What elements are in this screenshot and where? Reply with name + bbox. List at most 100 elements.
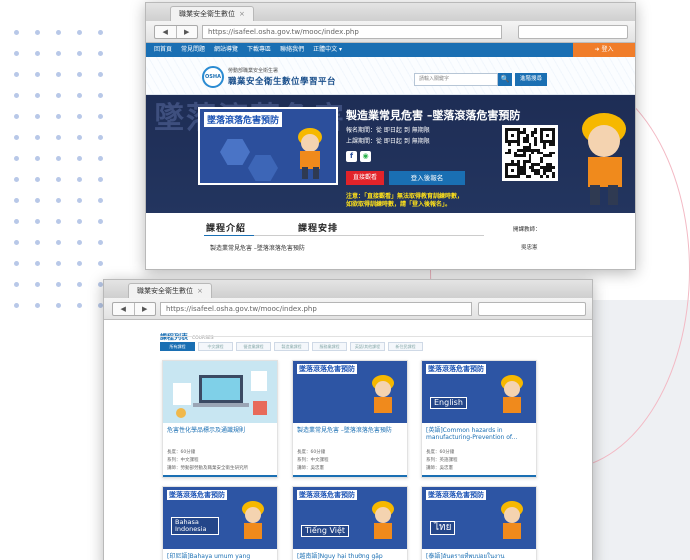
decorative-dot (14, 282, 19, 287)
browser-search-input[interactable] (478, 302, 586, 316)
login-label: 登入 (601, 46, 614, 53)
course-hours: 長度：60分鐘 (167, 450, 196, 455)
decorative-dot (56, 72, 61, 77)
tab-bar: 職業安全衛生數位 × (104, 280, 592, 298)
decorative-dot (14, 51, 19, 56)
thumbnail-title: 墜落滾落危害預防 (167, 490, 227, 500)
osha-logo[interactable]: OSHA (202, 66, 224, 88)
decorative-dot (14, 198, 19, 203)
facebook-icon[interactable]: f (346, 151, 357, 162)
laptop-illustration (173, 371, 267, 418)
course-card[interactable]: 墜落滾落危害預防 Bahasa Indonesia [印尼語]Bahaya um… (162, 486, 278, 560)
course-card-title[interactable]: 危害性化學品標示及通識規則 (167, 427, 273, 434)
filter-tab[interactable]: 中文課程 (198, 342, 233, 351)
forward-icon[interactable]: ▶ (175, 26, 198, 38)
decorative-dot (14, 72, 19, 77)
line-icon[interactable]: ◉ (360, 151, 371, 162)
notice-text: 注意：「直接觀看」無法取得教育訓練時數， 如欲取得訓練時數，請「登入後報名」。 (346, 193, 463, 209)
filter-tab[interactable]: 營造業課程 (236, 342, 271, 351)
course-card[interactable]: 墜落滾落危害預防 製造業常見危害 –墜落滾落危害預防 長度：60分鐘 系列：中文… (292, 360, 408, 478)
back-icon[interactable]: ◀ (113, 303, 134, 315)
decorative-dot (77, 282, 82, 287)
advanced-search-button[interactable]: 進階搜尋 (515, 73, 547, 86)
browser-tab[interactable]: 職業安全衛生數位 × (170, 6, 254, 21)
close-icon[interactable]: × (239, 10, 245, 18)
course-card-title[interactable]: [泰語]อันตรายที่พบบ่อยในงาน (426, 553, 532, 560)
decorative-dot (77, 219, 82, 224)
qr-module (534, 142, 538, 146)
decorative-dot (14, 177, 19, 182)
course-card[interactable]: 墜落滾落危害預防 ไทย [泰語]อันตรายที่พบบ่อยในงาน (421, 486, 537, 560)
language-label: ไทย (430, 521, 456, 535)
decorative-dot (14, 240, 19, 245)
course-card[interactable]: 墜落滾落危害預防 English [英語]Common hazards in m… (421, 360, 537, 478)
decorative-dot (35, 282, 40, 287)
tab-course-schedule[interactable]: 課程安排 (298, 221, 338, 234)
login-signup-button[interactable]: 登入後報名 (389, 171, 465, 185)
course-card-title[interactable]: 製造業常見危害 –墜落滾落危害預防 (297, 427, 403, 434)
qr-module (516, 142, 520, 146)
qr-module (552, 142, 555, 146)
back-icon[interactable]: ◀ (155, 26, 176, 38)
decorative-dot (98, 114, 103, 119)
language-label: English (430, 397, 467, 409)
login-button[interactable]: ➜ 登入 (573, 43, 635, 57)
decorative-dot (56, 135, 61, 140)
filter-tab[interactable]: 英語/其他課程 (350, 342, 385, 351)
stage: 職業安全衛生數位 × ◀ ▶ https://isafeel.osha.gov.t… (0, 0, 690, 560)
course-series: 系列：中文課程 (297, 458, 329, 463)
decorative-dot (77, 240, 82, 245)
decorative-dot (98, 135, 103, 140)
search-icon[interactable]: 🔍 (498, 73, 512, 86)
filter-tab[interactable]: 製造業課程 (274, 342, 309, 351)
course-card[interactable]: 危害性化學品標示及通識規則 長度：60分鐘 系列：中文課程 講師：勞動部勞動及職… (162, 360, 278, 478)
thumbnail-title: 墜落滾落危害預防 (426, 364, 486, 374)
decorative-dot (35, 72, 40, 77)
decorative-dot (14, 135, 19, 140)
browser-search-input[interactable] (518, 25, 628, 39)
keyword-search-input[interactable]: 請輸入關鍵字 (414, 73, 498, 86)
filter-tab[interactable]: 新住民課程 (388, 342, 423, 351)
qr-module (510, 169, 514, 173)
qr-module (552, 175, 555, 178)
browser-tab[interactable]: 職業安全衛生數位 × (128, 283, 212, 298)
course-tabs-area: 課程介紹 課程安排 製造業常見危害 –墜落滾落危害預防 開課教師： 吳忠憲 (146, 213, 635, 263)
decorative-dot (35, 93, 40, 98)
divider (160, 336, 592, 337)
course-series: 系列：英語課程 (426, 458, 458, 463)
notice-line-2: 如欲取得訓練時數，請「登入後報名」。 (346, 201, 452, 208)
course-card-title[interactable]: [英語]Common hazards in manufacturing-Prev… (426, 427, 532, 441)
decorative-dot (98, 30, 103, 35)
course-card-title[interactable]: [越南語]Nguy hại thường gặp (297, 553, 403, 560)
course-card[interactable]: 墜落滾落危害預防 Tiếng Việt [越南語]Nguy hại thường… (292, 486, 408, 560)
site-nav-item[interactable]: 網站導覽 (214, 43, 238, 57)
decorative-dot (98, 198, 103, 203)
decorative-dot (77, 198, 82, 203)
direct-watch-button[interactable]: 直接觀看 (346, 171, 384, 185)
site-nav-item[interactable]: 正體中文 ▾ (313, 43, 342, 57)
qr-module (531, 151, 535, 155)
course-video-thumbnail[interactable]: 墜落滾落危害預防 (198, 107, 338, 185)
course-card-title[interactable]: [印尼語]Bahaya umum yang (167, 553, 273, 560)
close-icon[interactable]: × (197, 287, 203, 295)
site-nav-item[interactable]: 回首頁 (154, 43, 172, 57)
decorative-dot (56, 198, 61, 203)
site-nav-item[interactable]: 下載專區 (247, 43, 271, 57)
site-nav-item[interactable]: 聯絡我們 (280, 43, 304, 57)
decorative-dot (77, 135, 82, 140)
filter-tab[interactable]: 所有課程 (160, 342, 195, 351)
qr-module (540, 175, 544, 178)
worker-illustration (298, 128, 322, 179)
thumbnail-title: 墜落滾落危害預防 (297, 364, 357, 374)
decorative-dot (14, 114, 19, 119)
card-accent-bar (293, 475, 407, 477)
site-nav-item[interactable]: 常見問題 (181, 43, 205, 57)
decorative-dot (77, 303, 82, 308)
forward-icon[interactable]: ▶ (133, 303, 156, 315)
tab-course-intro[interactable]: 課程介紹 (206, 221, 246, 234)
filter-tab[interactable]: 服務業課程 (312, 342, 347, 351)
url-input[interactable]: https://isafeel.osha.gov.tw/mooc/index.p… (160, 302, 472, 316)
course-thumbnail: 墜落滾落危害預防 Bahasa Indonesia (163, 487, 277, 549)
url-input[interactable]: https://isafeel.osha.gov.tw/mooc/index.p… (202, 25, 502, 39)
qr-module (546, 133, 550, 137)
